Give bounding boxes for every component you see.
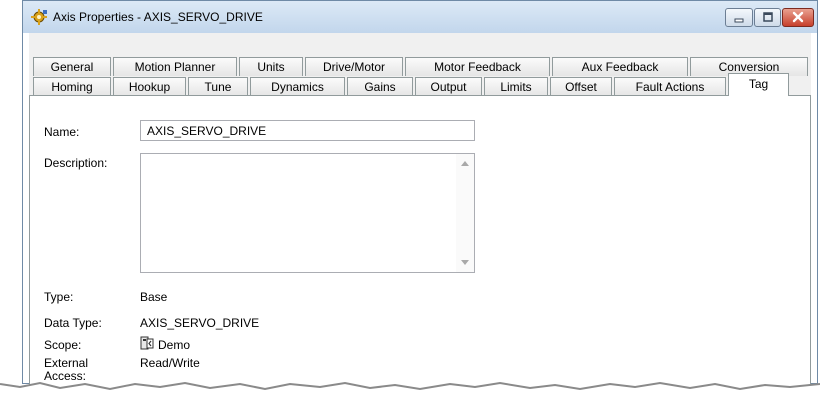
tab-motor-feedback[interactable]: Motor Feedback: [405, 57, 550, 76]
close-icon: [792, 11, 804, 23]
tab-motion-planner[interactable]: Motion Planner: [113, 57, 237, 76]
tab-dynamics[interactable]: Dynamics: [250, 77, 345, 96]
tab-tune[interactable]: Tune: [188, 77, 248, 96]
tab-offset[interactable]: Offset: [550, 77, 612, 96]
minimize-button[interactable]: [725, 8, 753, 27]
name-field[interactable]: [140, 120, 475, 141]
external-access-label-line1: External: [44, 356, 89, 370]
gear-icon: [31, 9, 47, 25]
tab-output[interactable]: Output: [415, 77, 482, 96]
title-bar[interactable]: Axis Properties - AXIS_SERVO_DRIVE: [23, 1, 817, 33]
scroll-up-arrow-icon[interactable]: [461, 161, 469, 166]
tab-units[interactable]: Units: [239, 57, 303, 76]
window-title: Axis Properties - AXIS_SERVO_DRIVE: [53, 10, 263, 24]
maximize-icon: [762, 12, 773, 22]
tag-tab-panel: Name: Description: Type: Base Data Type:…: [29, 95, 811, 395]
tab-gains[interactable]: Gains: [347, 77, 413, 96]
tab-general[interactable]: General: [33, 57, 111, 76]
tab-limits[interactable]: Limits: [484, 77, 548, 96]
external-access-value: Read/Write: [140, 356, 200, 370]
tab-fault-actions[interactable]: Fault Actions: [614, 77, 726, 96]
scope-label: Scope:: [44, 338, 82, 352]
tab-aux-feedback[interactable]: Aux Feedback: [552, 57, 688, 76]
type-label: Type:: [44, 290, 74, 304]
torn-edge: [0, 381, 820, 411]
tab-drive-motor[interactable]: Drive/Motor: [305, 57, 403, 76]
scroll-down-arrow-icon[interactable]: [461, 260, 469, 265]
maximize-button[interactable]: [754, 8, 781, 27]
tab-tag[interactable]: Tag: [728, 73, 789, 96]
close-button[interactable]: [782, 8, 814, 27]
data-type-value: AXIS_SERVO_DRIVE: [140, 316, 260, 330]
axis-properties-window: Axis Properties - AXIS_SERVO_DRIVE Gener…: [22, 0, 818, 395]
description-label: Description:: [44, 156, 108, 170]
description-box: [140, 153, 475, 278]
controller-icon: [140, 336, 154, 350]
description-scrollbar[interactable]: [456, 154, 474, 272]
data-type-label: Data Type:: [44, 316, 102, 330]
scope-value: Demo: [158, 338, 191, 352]
type-value: Base: [140, 290, 168, 304]
tab-hookup[interactable]: Hookup: [113, 77, 186, 96]
minimize-icon: [734, 18, 744, 23]
name-label: Name:: [44, 125, 80, 139]
description-field[interactable]: [141, 154, 460, 278]
dialog-client-area: General Motion Planner Units Drive/Motor…: [29, 33, 811, 395]
tab-homing[interactable]: Homing: [33, 77, 111, 96]
